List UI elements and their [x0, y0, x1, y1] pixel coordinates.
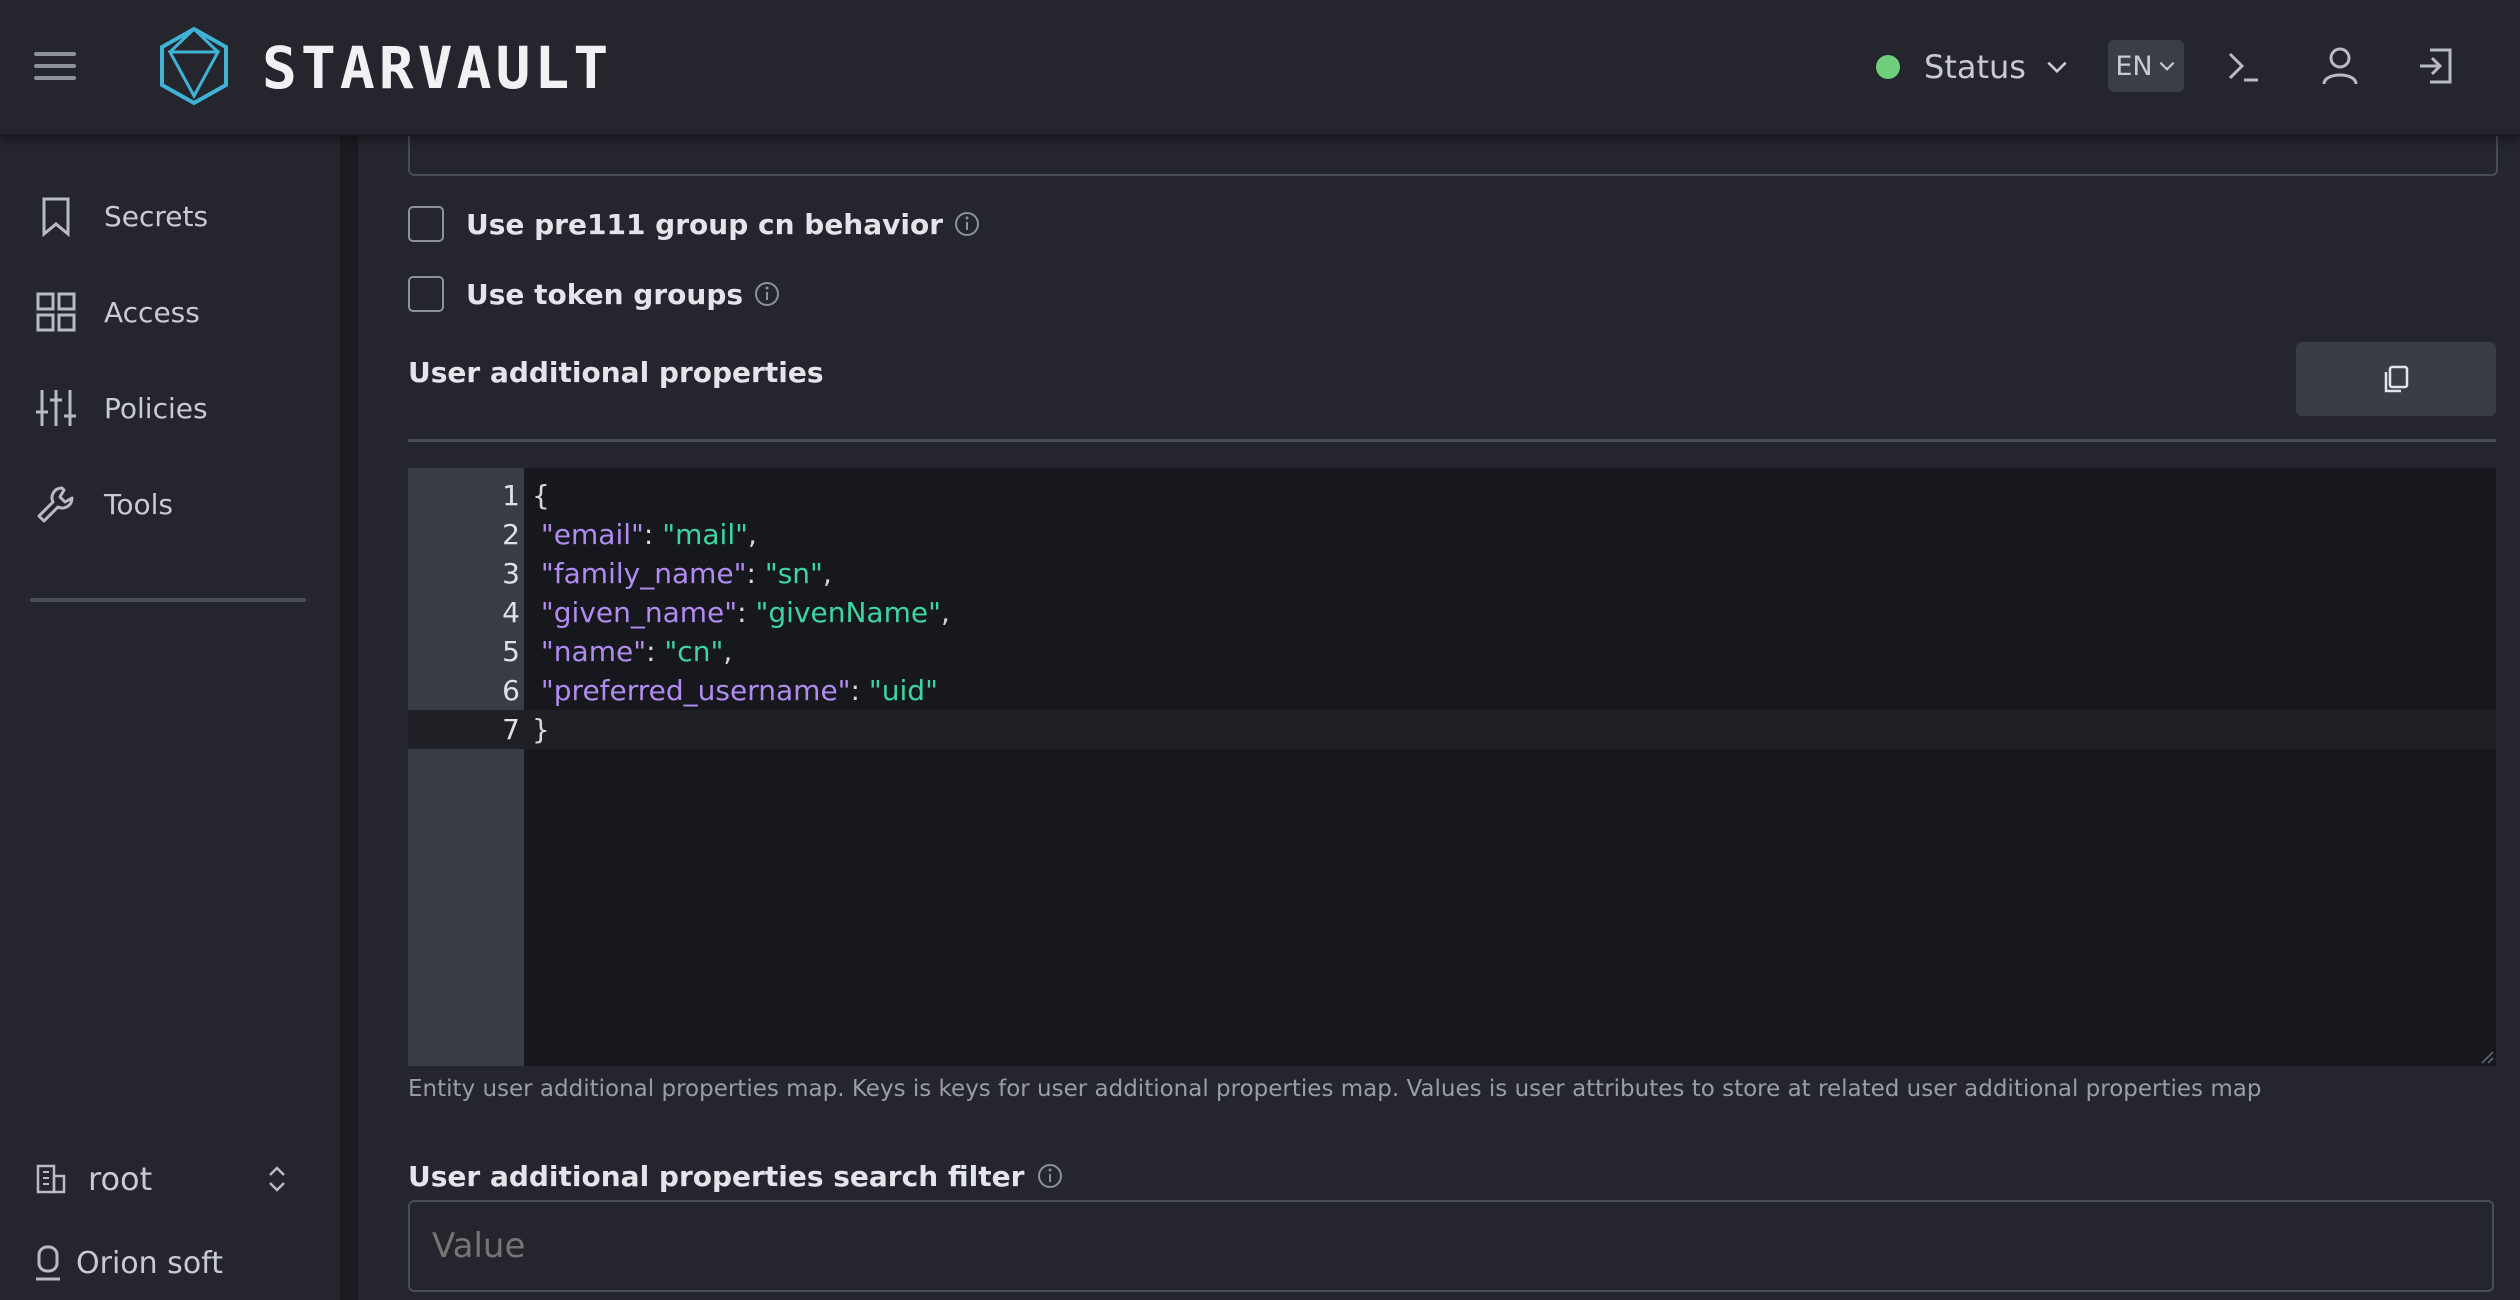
filter-label-row: User additional properties search filter: [408, 1156, 1064, 1196]
json-key: "preferred_username": [540, 674, 851, 707]
sliders-icon: [36, 390, 76, 426]
terminal-icon[interactable]: [2220, 42, 2268, 90]
line-number: 1: [502, 479, 520, 512]
code-line: 7}: [408, 710, 2496, 749]
chevron-up-down-icon: [269, 1166, 285, 1192]
namespace-selector[interactable]: root: [34, 1156, 290, 1202]
sidebar-item-secrets[interactable]: Secrets: [34, 186, 208, 246]
copy-icon: [2384, 365, 2409, 393]
status-indicator: [1876, 55, 1900, 79]
editor-code: 1{2 "email": "mail", 3 "family_name": "sn…: [408, 476, 2496, 749]
code-line: 4 "given_name": "givenName",: [408, 593, 2496, 632]
wrench-icon: [37, 486, 74, 523]
json-value: "mail": [662, 518, 748, 551]
user-icon[interactable]: [2316, 42, 2364, 90]
code-text: "family_name": "sn",: [540, 557, 832, 590]
sidebar-item-policies[interactable]: Policies: [34, 378, 208, 438]
json-punct: {: [532, 479, 550, 512]
resize-handle-icon[interactable]: [2480, 1050, 2494, 1064]
chevron-down-icon: [2047, 61, 2067, 74]
code-line: 3 "family_name": "sn",: [408, 554, 2496, 593]
checkbox-row-pre111[interactable]: Use pre111 group cn behavior: [408, 202, 981, 246]
sidebar-item-label: Tools: [104, 487, 173, 521]
line-number: 4: [502, 596, 520, 629]
line-number: 7: [502, 713, 520, 746]
org-name: Orion soft: [76, 1245, 223, 1281]
grid-icon: [36, 292, 76, 332]
json-value: "sn": [764, 557, 823, 590]
language-label: EN: [2115, 50, 2153, 82]
json-punct: ,: [940, 596, 950, 629]
section-title: User additional properties: [408, 356, 824, 389]
filter-label: User additional properties search filter: [408, 1159, 1025, 1193]
checkbox-pre111-group-cn[interactable]: [408, 206, 444, 242]
checkbox-label: Use pre111 group cn behavior: [466, 207, 944, 241]
json-punct: ,: [822, 557, 832, 590]
bookmark-icon: [42, 197, 70, 238]
copy-button[interactable]: [2296, 342, 2496, 416]
sidebar-item-access[interactable]: Access: [34, 282, 200, 342]
menu-icon[interactable]: [34, 52, 76, 82]
json-value: "givenName": [755, 596, 941, 629]
json-key: "email": [540, 518, 644, 551]
code-line: 2 "email": "mail",: [408, 515, 2496, 554]
org-label: Orion soft: [34, 1240, 223, 1286]
line-number: 5: [502, 635, 520, 668]
line-number: 3: [502, 557, 520, 590]
info-icon[interactable]: [1036, 1162, 1064, 1190]
language-selector[interactable]: EN: [2108, 40, 2184, 92]
orion-logo-icon: [36, 1245, 60, 1281]
code-text: }: [532, 710, 550, 749]
checkbox-label: Use token groups: [466, 277, 744, 311]
sidebar-item-tools[interactable]: Tools: [34, 474, 173, 534]
code-line: 6 "preferred_username": "uid": [408, 671, 2496, 710]
logout-icon[interactable]: [2412, 42, 2460, 90]
json-editor[interactable]: 1{2 "email": "mail", 3 "family_name": "sn…: [408, 468, 2496, 1066]
sidebar-divider: [30, 598, 306, 602]
chevron-down-icon: [2159, 61, 2175, 71]
info-icon[interactable]: [953, 210, 981, 238]
sidebar-edge: [340, 136, 358, 1300]
sidebar-item-label: Access: [104, 295, 200, 329]
section-divider: [408, 439, 2496, 442]
json-key: "name": [540, 635, 647, 668]
namespace-label: root: [88, 1160, 153, 1198]
sidebar-item-label: Secrets: [104, 199, 209, 233]
status-dropdown[interactable]: Status: [1876, 44, 2070, 90]
json-punct: }: [532, 713, 550, 746]
brand-name: STARVAULT: [262, 34, 613, 102]
status-label: Status: [1924, 48, 2026, 86]
top-header: STARVAULT Status EN: [0, 0, 2520, 136]
search-filter-input[interactable]: [408, 1200, 2494, 1292]
sidebar-item-label: Policies: [104, 391, 208, 425]
info-icon[interactable]: [753, 280, 781, 308]
starvault-logo-icon: [160, 26, 228, 106]
code-text: "given_name": "givenName",: [540, 596, 950, 629]
checkbox-row-token-groups[interactable]: Use token groups: [408, 272, 781, 316]
help-text: Entity user additional properties map. K…: [408, 1076, 2262, 1102]
checkbox-use-token-groups[interactable]: [408, 276, 444, 312]
code-text: {: [532, 476, 550, 515]
code-text: "name": "cn",: [540, 635, 733, 668]
code-line: 1{: [408, 476, 2496, 515]
line-number: 2: [502, 518, 520, 551]
line-number: 6: [502, 674, 520, 707]
json-key: "given_name": [540, 596, 738, 629]
building-icon: [36, 1164, 66, 1194]
code-text: "preferred_username": "uid": [540, 674, 938, 707]
json-key: "family_name": [540, 557, 747, 590]
json-value: "uid": [868, 674, 938, 707]
code-line: 5 "name": "cn",: [408, 632, 2496, 671]
json-punct: ,: [747, 518, 757, 551]
code-text: "email": "mail",: [540, 518, 757, 551]
json-value: "cn": [664, 635, 724, 668]
json-punct: ,: [723, 635, 733, 668]
